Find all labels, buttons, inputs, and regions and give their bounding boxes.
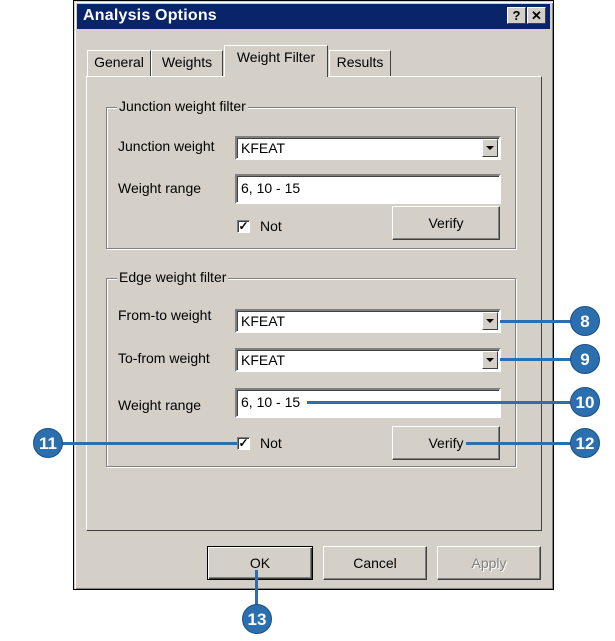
cancel-button[interactable]: Cancel [323,546,427,580]
tab-results[interactable]: Results [329,50,391,76]
ok-button[interactable]: OK [207,546,313,580]
tab-weight-filter[interactable]: Weight Filter [224,45,328,77]
edge-range-label: Weight range [118,397,202,413]
callout-11-line [60,442,237,445]
apply-button[interactable]: Apply [437,546,541,580]
junction-weight-dropdown[interactable]: KFEAT [235,136,501,160]
to-from-weight-label: To-from weight [118,350,210,366]
chevron-down-icon[interactable] [482,312,498,330]
callout-11: 11 [33,428,63,458]
callout-9-line [500,358,574,361]
tab-weights[interactable]: Weights [151,50,223,76]
callout-12: 12 [570,428,600,458]
junction-weight-range-input[interactable]: 6, 10 - 15 [235,174,501,204]
edge-not-checkbox[interactable]: ✓ [237,437,250,450]
edge-group-legend: Edge weight filter [117,269,229,285]
junction-weight-value: KFEAT [241,140,286,156]
callout-10-line [307,401,574,404]
junction-group-legend: Junction weight filter [117,98,248,114]
junction-verify-button[interactable]: Verify [392,206,500,240]
callout-9: 9 [570,344,600,374]
junction-not-checkbox[interactable]: ✓ [237,220,250,233]
junction-range-label: Weight range [118,180,202,196]
callout-8: 8 [570,306,600,336]
from-to-weight-label: From-to weight [118,307,212,323]
dialog-title: Analysis Options [83,7,217,24]
to-from-weight-value: KFEAT [241,352,286,368]
callout-13: 13 [242,604,272,634]
help-button[interactable]: ? [507,7,526,24]
from-to-weight-value: KFEAT [241,313,286,329]
to-from-weight-dropdown[interactable]: KFEAT [235,348,501,372]
edge-not-label: Not [260,435,282,451]
tab-general[interactable]: General [87,50,151,76]
chevron-down-icon[interactable] [482,351,498,369]
from-to-weight-dropdown[interactable]: KFEAT [235,309,501,333]
chevron-down-icon[interactable] [482,139,498,157]
title-bar[interactable]: Analysis Options ? ✕ [77,4,550,29]
callout-12-line [466,442,574,445]
callout-8-line [500,320,574,323]
close-button[interactable]: ✕ [527,7,546,24]
junction-weight-label: Junction weight [118,138,215,154]
callout-10: 10 [570,387,600,417]
junction-not-label: Not [260,218,282,234]
